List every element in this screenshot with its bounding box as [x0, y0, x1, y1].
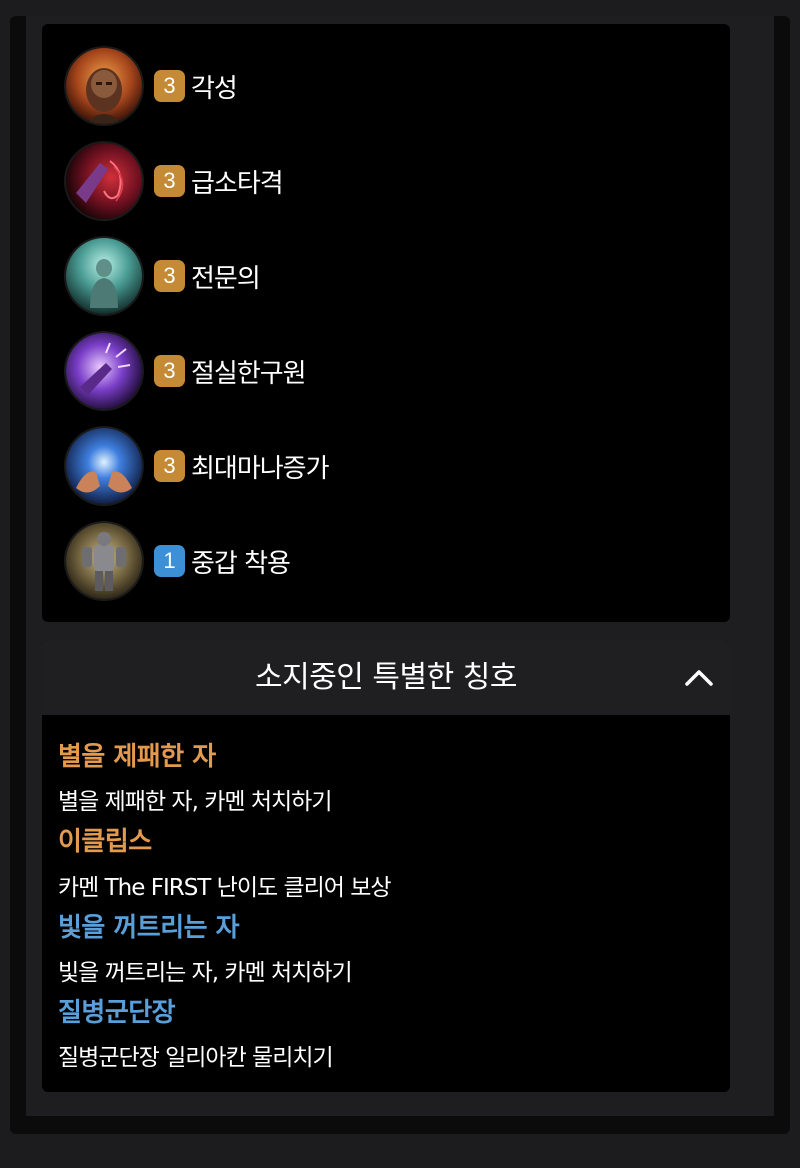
engraving-panel: 3 각성 3 급소타격 3 전문의 3 절실한구원 3 최대마나증가 1 중갑 …	[42, 24, 730, 622]
special-titles-header[interactable]: 소지중인 특별한 칭호	[42, 640, 730, 715]
chevron-up-icon[interactable]	[682, 662, 716, 694]
engraving-item: 3 급소타격	[66, 142, 284, 220]
engraving-level-badge: 3	[154, 355, 185, 387]
title-name: 질병군단장	[58, 998, 176, 1028]
engraving-name: 각성	[191, 73, 238, 104]
title-description: 별을 제패한 자, 카멘 처치하기	[58, 789, 332, 815]
engraving-name: 중갑 착용	[191, 548, 291, 579]
engraving-level-badge: 3	[154, 450, 185, 482]
engraving-level-badge: 3	[154, 165, 185, 197]
engraving-item: 3 최대마나증가	[66, 427, 330, 505]
engraving-name: 절실한구원	[191, 358, 307, 389]
engraving-level-badge: 3	[154, 260, 185, 292]
engraving-name: 최대마나증가	[191, 453, 330, 484]
max-mana-icon	[66, 428, 142, 504]
engraving-item: 1 중갑 착용	[66, 522, 291, 600]
title-name: 이클립스	[58, 827, 152, 857]
title-description: 카멘 The FIRST 난이도 클리어 보상	[58, 875, 392, 901]
vital-strike-icon	[66, 143, 142, 219]
title-description: 질병군단장 일리아칸 물리치기	[58, 1045, 334, 1071]
specialist-icon	[66, 238, 142, 314]
engraving-item: 3 절실한구원	[66, 332, 307, 410]
title-name: 별을 제패한 자	[58, 742, 216, 772]
special-titles-panel: 소지중인 특별한 칭호 별을 제패한 자 별을 제패한 자, 카멘 처치하기 이…	[42, 640, 730, 1092]
awakening-icon	[66, 48, 142, 124]
engraving-item: 3 전문의	[66, 237, 261, 315]
engraving-item: 3 각성	[66, 47, 238, 125]
title-name: 빛을 꺼트리는 자	[58, 913, 240, 943]
engraving-level-badge: 1	[154, 545, 185, 577]
desperate-salvation-icon	[66, 333, 142, 409]
special-titles-heading: 소지중인 특별한 칭호	[255, 660, 517, 695]
engraving-name: 전문의	[191, 263, 261, 294]
title-description: 빛을 꺼트리는 자, 카멘 처치하기	[58, 960, 353, 986]
engraving-level-badge: 3	[154, 70, 185, 102]
heavy-armor-icon	[66, 523, 142, 599]
engraving-name: 급소타격	[191, 168, 284, 199]
